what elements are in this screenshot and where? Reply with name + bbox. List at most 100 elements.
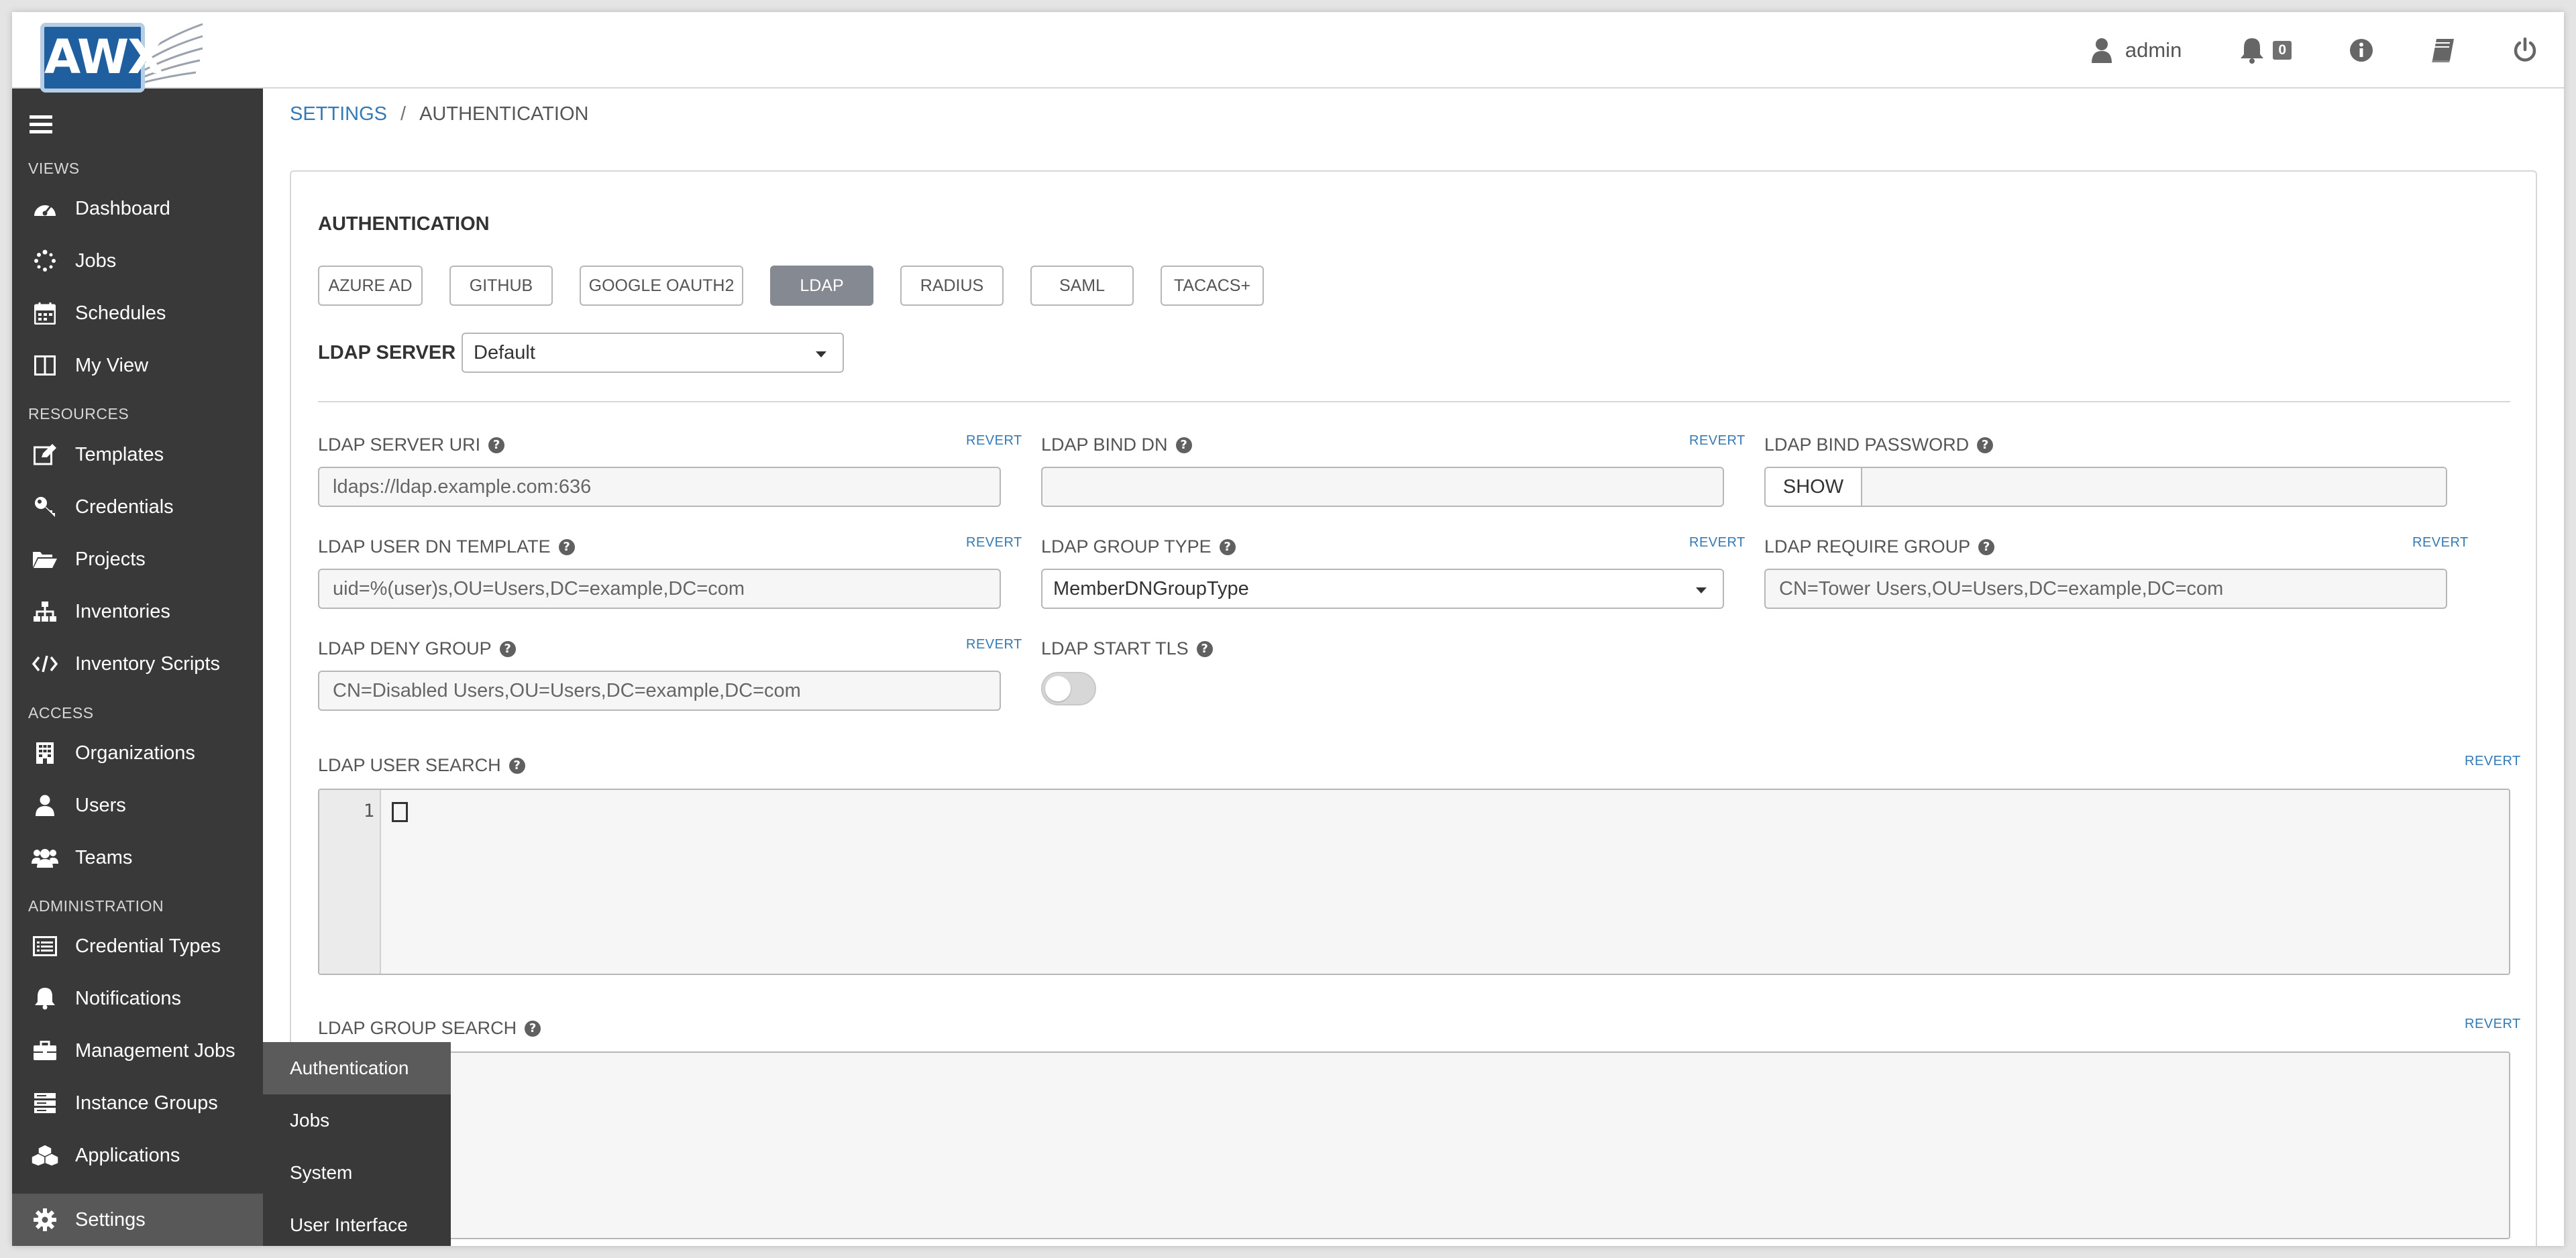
columns-icon (12, 355, 75, 376)
settings-submenu: Authentication Jobs System User Interfac… (263, 1042, 451, 1246)
sidebar-item-schedules[interactable]: Schedules (12, 287, 263, 339)
sidebar-item-my-view[interactable]: My View (12, 339, 263, 392)
sidebar-item-label: Settings (75, 1208, 146, 1231)
sidebar-item-label: Jobs (75, 249, 117, 272)
sidebar-item-teams[interactable]: Teams (12, 832, 263, 884)
user-dn-template-input[interactable]: uid=%(user)s,OU=Users,DC=example,DC=com (318, 569, 1001, 609)
help-icon[interactable]: ? (488, 437, 505, 453)
deny-group-revert-link[interactable]: REVERT (966, 637, 1022, 652)
notifications-button[interactable]: 0 (2239, 37, 2292, 64)
bind-password-group: SHOW (1764, 467, 2447, 507)
bind-dn-revert-link[interactable]: REVERT (1689, 433, 1746, 449)
group-type-value: MemberDNGroupType (1053, 577, 1249, 599)
sidebar-item-label: Inventory Scripts (75, 652, 220, 675)
group-type-revert-link[interactable]: REVERT (1689, 535, 1746, 551)
sidebar-item-label: Projects (75, 548, 146, 570)
deny-group-input[interactable]: CN=Disabled Users,OU=Users,DC=example,DC… (318, 671, 1001, 711)
group-search-revert-link[interactable]: REVERT (2465, 1017, 2521, 1032)
user-dn-template-revert-link[interactable]: REVERT (966, 535, 1022, 551)
help-icon[interactable]: ? (1196, 640, 1213, 657)
sidebar-item-settings[interactable]: Settings (12, 1194, 263, 1246)
briefcase-icon (12, 1041, 75, 1061)
code-icon (12, 654, 75, 673)
sidebar-item-users[interactable]: Users (12, 779, 263, 832)
start-tls-label-text: LDAP START TLS (1041, 638, 1189, 659)
sidebar-item-organizations[interactable]: Organizations (12, 727, 263, 779)
user-icon (2091, 38, 2112, 63)
tab-google-oauth2[interactable]: GOOGLE OAUTH2 (580, 266, 743, 306)
sidebar-item-applications[interactable]: Applications (12, 1129, 263, 1182)
submenu-item-user-interface[interactable]: User Interface (263, 1199, 451, 1246)
submenu-item-system[interactable]: System (263, 1147, 451, 1199)
sidebar-item-management-jobs[interactable]: Management Jobs (12, 1025, 263, 1077)
help-icon[interactable]: ? (1978, 538, 1995, 555)
server-uri-revert-link[interactable]: REVERT (966, 433, 1022, 449)
sidebar-item-inventories[interactable]: Inventories (12, 585, 263, 638)
sidebar-item-jobs[interactable]: Jobs (12, 235, 263, 287)
bind-dn-input[interactable] (1041, 467, 1724, 507)
user-search-code-editor[interactable]: 1 (318, 789, 2510, 975)
caret-down-icon (1696, 587, 1707, 593)
book-icon (2432, 39, 2454, 62)
help-icon[interactable]: ? (525, 1020, 541, 1037)
username: admin (2125, 38, 2182, 62)
breadcrumb-separator: / (400, 103, 407, 125)
sitemap-icon (12, 601, 75, 622)
help-icon[interactable]: ? (1977, 437, 1994, 453)
help-icon[interactable]: ? (558, 538, 575, 555)
sidebar-item-projects[interactable]: Projects (12, 533, 263, 585)
tab-github[interactable]: GITHUB (449, 266, 553, 306)
sidebar-item-credential-types[interactable]: Credential Types (12, 920, 263, 972)
tab-saml[interactable]: SAML (1030, 266, 1134, 306)
ldap-server-select[interactable]: Default (462, 333, 844, 373)
group-type-select[interactable]: MemberDNGroupType (1041, 569, 1724, 609)
require-group-revert-link[interactable]: REVERT (2412, 535, 2469, 551)
start-tls-label: LDAP START TLS? (1041, 638, 1213, 659)
help-icon[interactable]: ? (1219, 538, 1236, 555)
help-icon[interactable]: ? (508, 757, 525, 774)
menu-toggle-button[interactable] (30, 115, 52, 137)
documentation-button[interactable] (2431, 38, 2455, 63)
about-button[interactable] (2349, 38, 2373, 62)
bind-dn-label: LDAP BIND DN? (1041, 435, 1192, 455)
editor-cursor (392, 802, 408, 822)
submenu-item-authentication[interactable]: Authentication (263, 1042, 451, 1094)
submenu-item-jobs[interactable]: Jobs (263, 1094, 451, 1147)
jobs-spinner-icon (12, 249, 75, 272)
help-icon[interactable]: ? (1175, 437, 1192, 453)
list-alt-icon (12, 936, 75, 956)
require-group-input[interactable]: CN=Tower Users,OU=Users,DC=example,DC=co… (1764, 569, 2447, 609)
user-menu[interactable]: admin (2091, 38, 2182, 63)
sidebar-item-inventory-scripts[interactable]: Inventory Scripts (12, 638, 263, 690)
ldap-server-label: LDAP SERVER (318, 342, 456, 363)
show-password-button[interactable]: SHOW (1766, 468, 1862, 506)
breadcrumb-settings-link[interactable]: SETTINGS (290, 103, 387, 125)
user-search-revert-link[interactable]: REVERT (2465, 754, 2521, 769)
tab-radius[interactable]: RADIUS (900, 266, 1004, 306)
bind-password-input[interactable] (1862, 468, 2446, 506)
line-number: 1 (363, 801, 374, 821)
bind-password-label: LDAP BIND PASSWORD? (1764, 435, 1994, 455)
logout-button[interactable] (2513, 38, 2537, 63)
tab-tacacs[interactable]: TACACS+ (1161, 266, 1264, 306)
editor-gutter: 1 (319, 790, 381, 974)
sidebar-item-dashboard[interactable]: Dashboard (12, 182, 263, 235)
hamburger-icon (30, 115, 52, 133)
sidebar-item-credentials[interactable]: Credentials (12, 481, 263, 533)
group-search-code-editor[interactable] (318, 1051, 2510, 1239)
tab-azure-ad[interactable]: AZURE AD (318, 266, 423, 306)
server-uri-input[interactable]: ldaps://ldap.example.com:636 (318, 467, 1001, 507)
bind-dn-label-text: LDAP BIND DN (1041, 435, 1168, 455)
sidebar-item-instance-groups[interactable]: Instance Groups (12, 1077, 263, 1129)
awx-logo[interactable]: AWX (21, 15, 220, 101)
sidebar-item-label: My View (75, 354, 149, 376)
server-uri-label: LDAP SERVER URI? (318, 435, 505, 455)
sidebar-item-notifications[interactable]: Notifications (12, 972, 263, 1025)
info-icon (2350, 39, 2373, 62)
top-header: AWX admin 0 (12, 12, 2564, 93)
tab-ldap[interactable]: LDAP (770, 266, 873, 306)
help-icon[interactable]: ? (499, 640, 516, 657)
panel-title: AUTHENTICATION (318, 213, 490, 235)
start-tls-toggle[interactable] (1041, 672, 1096, 705)
sidebar-item-templates[interactable]: Templates (12, 428, 263, 481)
